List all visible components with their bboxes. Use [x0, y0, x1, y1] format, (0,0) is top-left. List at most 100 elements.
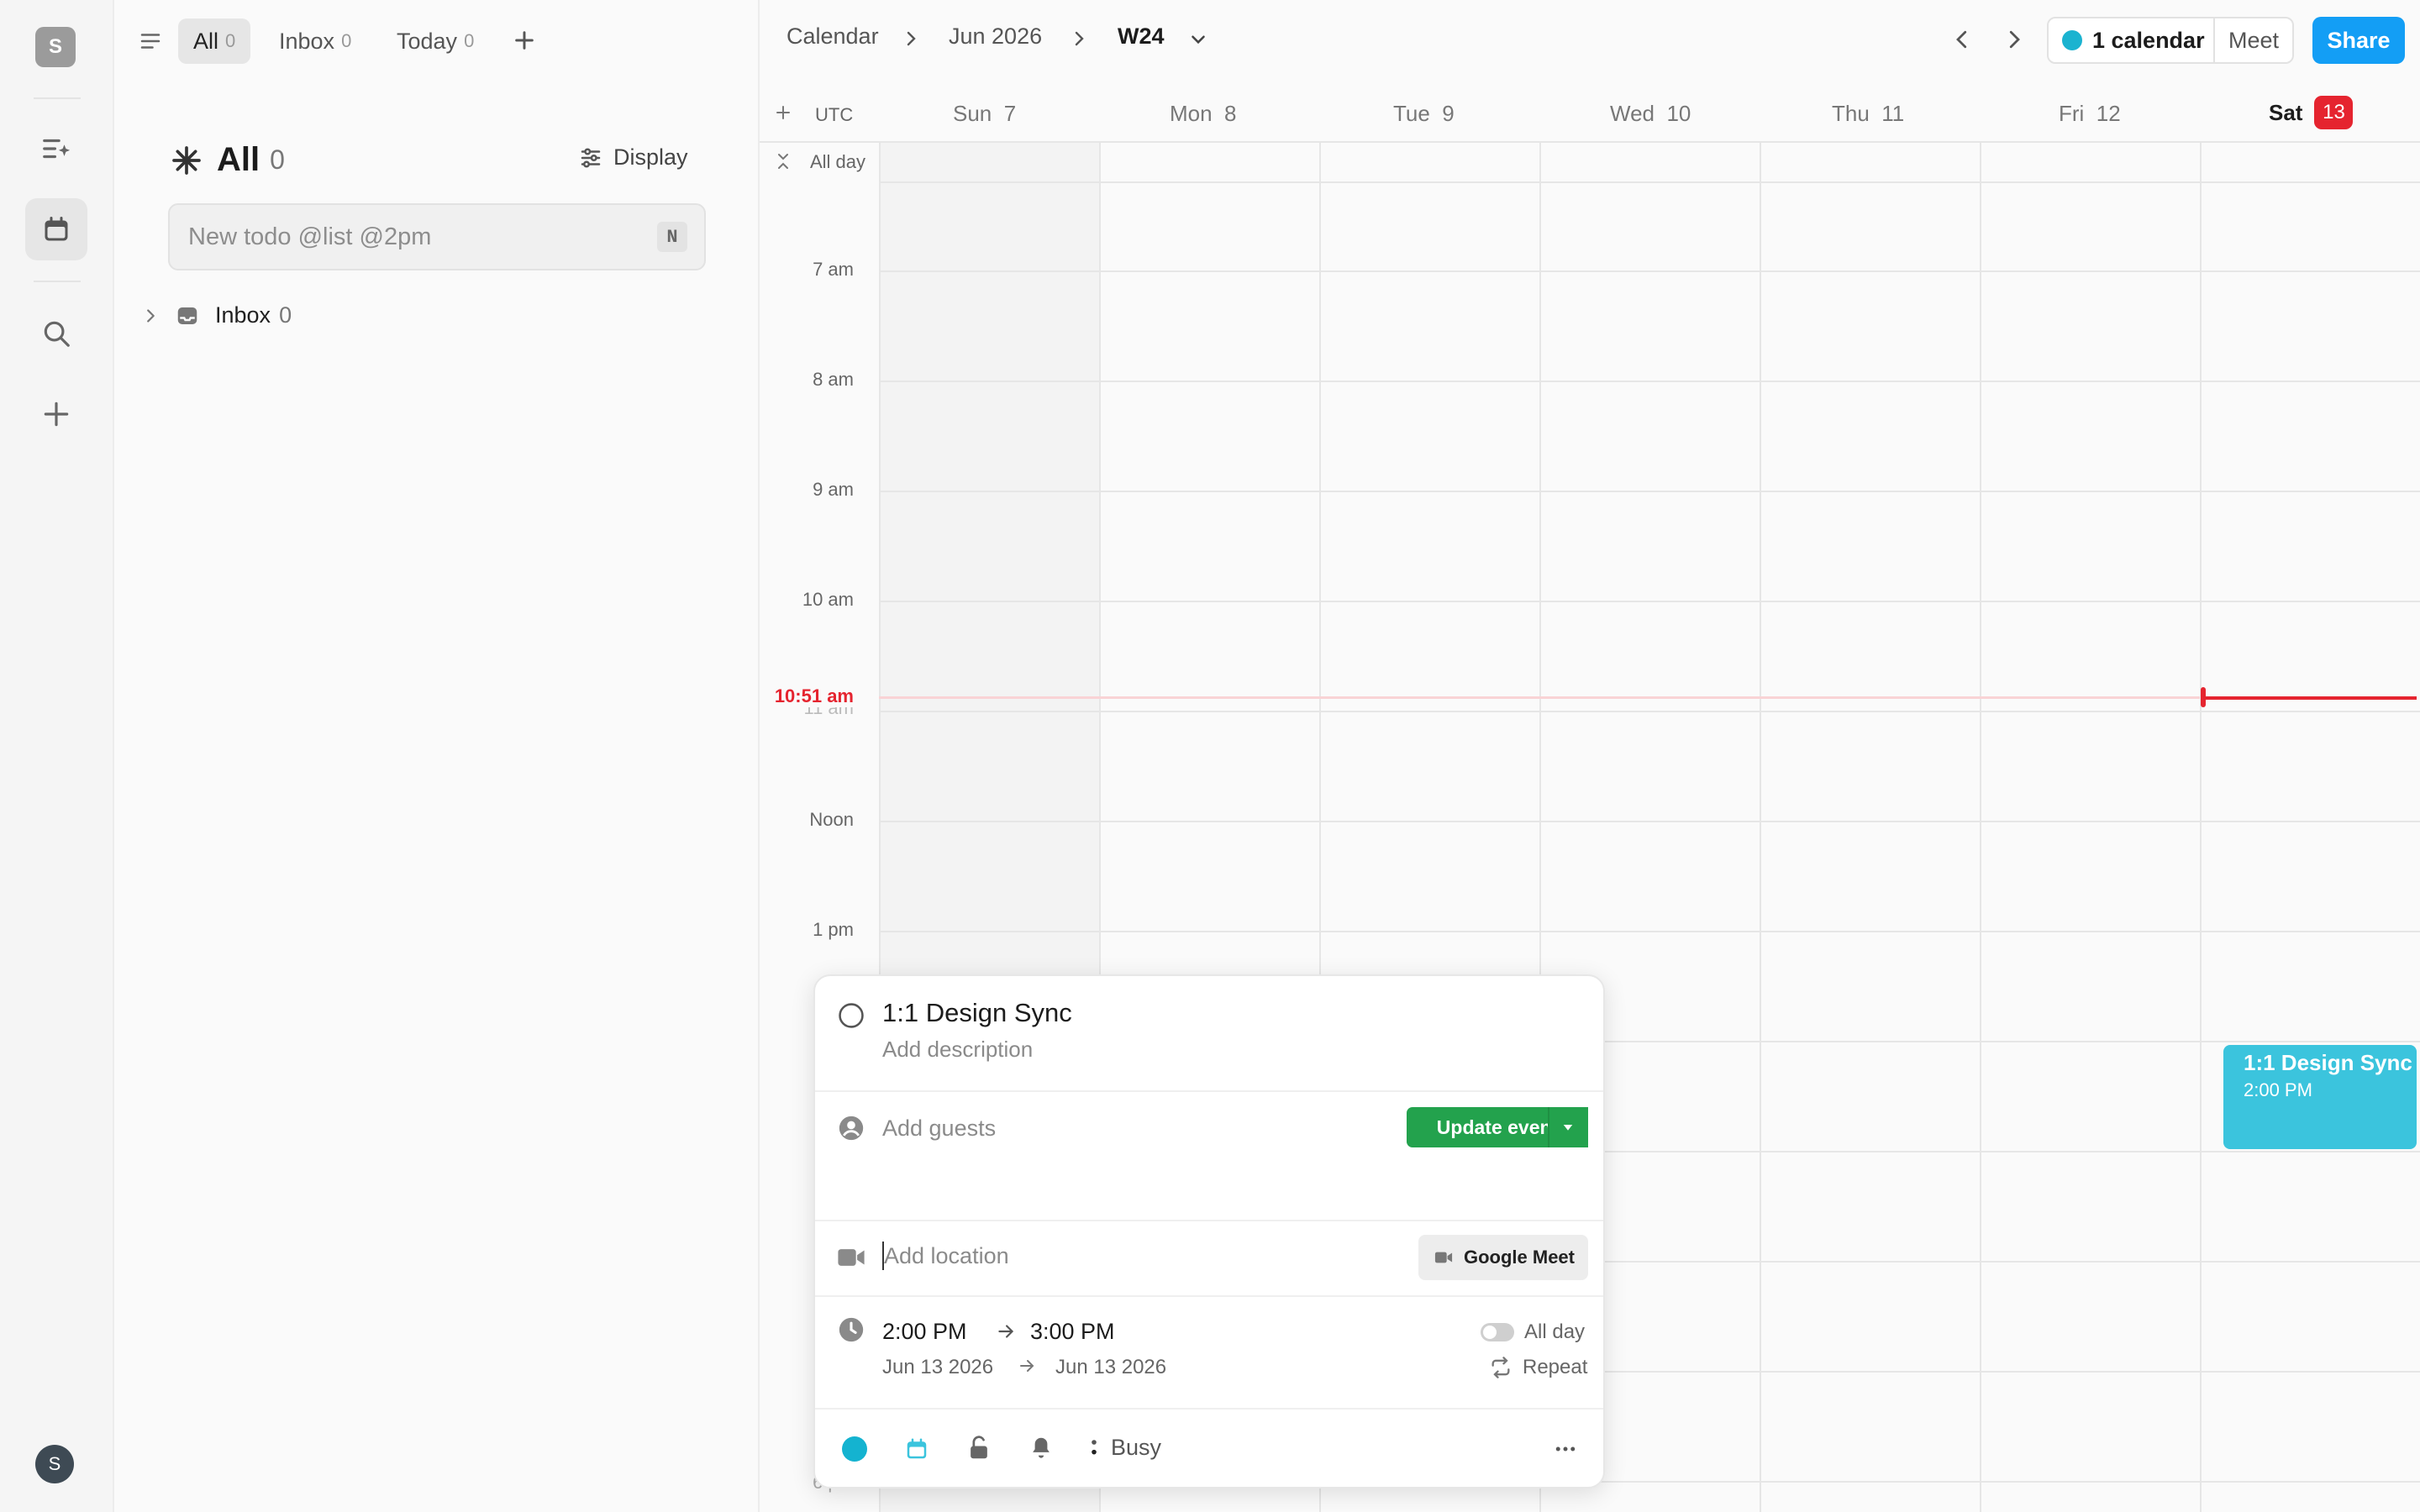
now-marker	[2201, 687, 2206, 707]
divider	[815, 1295, 1603, 1297]
more-options-icon[interactable]	[1551, 1436, 1580, 1462]
list-item-inbox[interactable]: Inbox 0	[141, 302, 292, 328]
search-nav[interactable]	[25, 302, 87, 365]
hour-line	[879, 711, 2420, 712]
hour-line	[879, 270, 2420, 272]
hour-line	[879, 491, 2420, 492]
user-icon	[839, 1116, 864, 1141]
add-timezone-button[interactable]	[773, 102, 793, 123]
new-todo-placeholder: New todo @list @2pm	[188, 223, 432, 250]
status-icon	[1092, 1439, 1097, 1454]
add-nav[interactable]	[25, 383, 87, 445]
sliders-icon	[581, 147, 601, 168]
divider	[815, 1408, 1603, 1410]
asterisk-icon	[172, 145, 201, 175]
end-date[interactable]: Jun 13 2026	[1055, 1356, 1166, 1379]
start-time[interactable]: 2:00 PM	[882, 1319, 967, 1345]
menu-toggle[interactable]	[138, 29, 163, 58]
chevron-down-icon[interactable]	[1187, 29, 1209, 50]
day-header-sun[interactable]: Sun 7	[953, 101, 1016, 127]
repeat-button[interactable]: Repeat	[1489, 1356, 1587, 1379]
hour-label: 10 am	[802, 589, 854, 610]
calendar-nav[interactable]	[25, 198, 87, 260]
timezone-label: UTC	[815, 104, 854, 125]
hour-label: 9 am	[813, 479, 854, 500]
allday-label: All day	[810, 151, 866, 172]
next-week-button[interactable]	[2002, 27, 2027, 52]
add-tab-button[interactable]	[511, 27, 538, 58]
new-todo-input[interactable]: New todo @list @2pm N	[168, 203, 706, 270]
hour-label: 8 am	[813, 369, 854, 390]
calendars-button[interactable]: 1 calendar	[2047, 17, 2237, 64]
rail-divider	[34, 97, 81, 99]
checkbox[interactable]	[837, 1001, 865, 1030]
meet-button[interactable]: Meet	[2213, 17, 2294, 64]
day-header-wed[interactable]: Wed 10	[1610, 101, 1691, 127]
hamburger-icon	[140, 34, 160, 49]
ai-tasks-nav[interactable]	[25, 118, 87, 180]
inbox-icon	[177, 307, 197, 324]
tab-all[interactable]: All 0	[178, 18, 251, 64]
toggle-switch[interactable]	[1481, 1323, 1514, 1341]
chevron-right-icon[interactable]	[141, 307, 160, 325]
guests-input[interactable]: Add guests	[882, 1116, 996, 1142]
video-icon	[1434, 1252, 1453, 1263]
end-time[interactable]: 3:00 PM	[1030, 1319, 1115, 1345]
divider	[815, 1220, 1603, 1221]
hour-line	[879, 821, 2420, 822]
breadcrumb-month[interactable]: Jun 2026	[949, 24, 1042, 50]
chevron-right-icon	[907, 31, 916, 46]
day-header-fri[interactable]: Fri 12	[2059, 101, 2121, 127]
hour-label: Noon	[809, 809, 854, 830]
breadcrumb-calendar[interactable]: Calendar	[786, 24, 879, 50]
day-column[interactable]	[2200, 143, 2202, 1512]
hour-label: 1 pm	[813, 919, 854, 940]
allday-toggle[interactable]: All day	[1481, 1320, 1585, 1344]
user-avatar[interactable]: S	[35, 1445, 74, 1483]
tab-today[interactable]: Today 0	[381, 18, 489, 64]
day-column[interactable]	[1980, 143, 1981, 1512]
clock-icon	[839, 1317, 864, 1342]
event-title-input[interactable]: 1:1 Design Sync	[882, 998, 1072, 1028]
event-editor-popup: 1:1 Design Sync Add description Add gues…	[813, 974, 1605, 1488]
unlock-icon[interactable]	[966, 1435, 992, 1462]
share-button[interactable]: Share	[2312, 17, 2405, 64]
shortcut-badge: N	[657, 222, 687, 252]
day-column[interactable]	[1760, 143, 1761, 1512]
calendar-color-dot	[2062, 30, 2082, 50]
sparkle-list-icon	[43, 139, 71, 159]
arrow-right-icon	[998, 1325, 1014, 1338]
update-options-button[interactable]	[1548, 1107, 1586, 1147]
breadcrumb-week[interactable]: W24	[1118, 24, 1165, 50]
day-header-thu[interactable]: Thu 11	[1832, 101, 1904, 127]
header-divider	[760, 141, 2420, 143]
workspace-avatar[interactable]: S	[35, 27, 76, 67]
repeat-icon	[1491, 1357, 1510, 1378]
event-color-button[interactable]	[842, 1436, 867, 1462]
tab-inbox[interactable]: Inbox 0	[264, 18, 366, 64]
day-header-tue[interactable]: Tue 9	[1393, 101, 1455, 127]
display-button[interactable]: Display	[578, 144, 688, 171]
event-title: 1:1 Design Sync	[2244, 1050, 2412, 1075]
hour-label: 7 am	[813, 259, 854, 280]
app-rail: S S	[0, 0, 114, 1512]
hour-line	[879, 601, 2420, 602]
now-label: 10:51 am	[760, 685, 854, 707]
google-meet-button[interactable]: Google Meet	[1418, 1235, 1588, 1280]
plus-icon	[515, 31, 534, 50]
day-header-mon[interactable]: Mon 8	[1170, 101, 1237, 127]
event-block[interactable]: 1:1 Design Sync 2:00 PM	[2223, 1045, 2417, 1149]
search-icon	[44, 321, 70, 347]
caret-down-icon	[1563, 1125, 1573, 1131]
start-date[interactable]: Jun 13 2026	[882, 1356, 993, 1379]
day-header-sat[interactable]: Sat 13	[2269, 96, 2354, 129]
description-input[interactable]: Add description	[882, 1037, 1033, 1063]
calendar-icon[interactable]	[904, 1436, 929, 1462]
location-input[interactable]: Add location	[884, 1243, 1009, 1269]
bell-icon[interactable]	[1028, 1435, 1054, 1462]
allday-divider	[879, 181, 2420, 183]
previous-week-button[interactable]	[1949, 27, 1975, 52]
now-line-faint	[879, 696, 2200, 699]
busy-status-button[interactable]: Busy	[1089, 1435, 1161, 1461]
collapse-icon[interactable]	[773, 151, 793, 171]
